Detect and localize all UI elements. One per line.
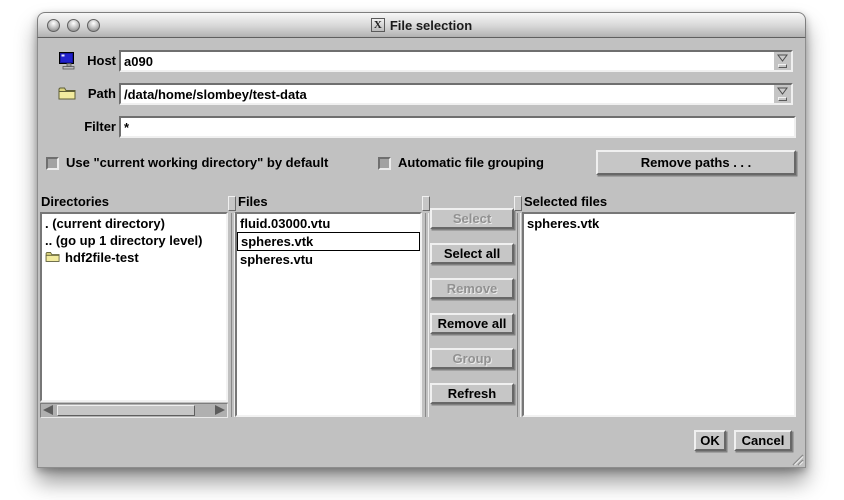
- select-button[interactable]: Select: [430, 208, 514, 229]
- list-item[interactable]: spheres.vtu: [237, 251, 420, 268]
- use-cwd-checkbox[interactable]: [46, 157, 59, 170]
- files-list[interactable]: fluid.03000.vtu spheres.vtk spheres.vtu: [235, 212, 422, 417]
- directories-header: Directories: [41, 194, 109, 209]
- auto-grouping-checkbox[interactable]: [378, 157, 391, 170]
- host-field: [119, 50, 793, 72]
- cancel-button[interactable]: Cancel: [734, 430, 792, 451]
- use-cwd-label: Use "current working directory" by defau…: [66, 150, 328, 176]
- host-input[interactable]: [121, 52, 774, 70]
- title-area: X File selection: [38, 13, 805, 37]
- splitter-grip[interactable]: [422, 196, 430, 211]
- files-header: Files: [238, 194, 268, 209]
- path-dropdown-button[interactable]: [774, 85, 791, 103]
- filter-label: Filter: [54, 116, 116, 138]
- window-title: File selection: [390, 18, 472, 33]
- list-item[interactable]: fluid.03000.vtu: [237, 215, 420, 232]
- titlebar[interactable]: X File selection: [37, 12, 806, 38]
- file-selection-window: X File selection Host: [37, 12, 806, 468]
- directories-list[interactable]: . (current directory) .. (go up 1 direct…: [40, 212, 228, 402]
- chevron-down-icon: [777, 54, 788, 62]
- dialog-content: Host Path: [37, 38, 806, 468]
- remove-paths-button[interactable]: Remove paths . . .: [596, 150, 796, 175]
- folder-icon: [45, 250, 61, 266]
- chevron-down-icon: [777, 87, 788, 95]
- list-item-selected[interactable]: spheres.vtk: [237, 232, 420, 251]
- scroll-right-arrow-icon[interactable]: [215, 405, 225, 415]
- filter-field: [119, 116, 796, 138]
- filter-input[interactable]: [121, 118, 794, 136]
- select-all-button[interactable]: Select all: [430, 243, 514, 264]
- directories-horizontal-scrollbar[interactable]: [40, 403, 228, 418]
- group-button[interactable]: Group: [430, 348, 514, 369]
- scrollbar-thumb[interactable]: [57, 405, 195, 416]
- splitter-handle[interactable]: [514, 196, 522, 417]
- ok-button[interactable]: OK: [694, 430, 726, 451]
- path-label: Path: [64, 83, 116, 105]
- splitter-grip[interactable]: [228, 196, 236, 211]
- host-label: Host: [64, 50, 116, 72]
- remove-all-button[interactable]: Remove all: [430, 313, 514, 334]
- list-item[interactable]: hdf2file-test: [42, 249, 226, 266]
- auto-grouping-label: Automatic file grouping: [398, 150, 544, 176]
- path-input[interactable]: [121, 85, 774, 103]
- remove-button[interactable]: Remove: [430, 278, 514, 299]
- splitter-grip[interactable]: [514, 196, 522, 211]
- scroll-left-arrow-icon[interactable]: [43, 405, 53, 415]
- selected-files-list[interactable]: spheres.vtk: [522, 212, 796, 417]
- path-field: [119, 83, 793, 105]
- host-dropdown-button[interactable]: [774, 52, 791, 70]
- splitter-handle[interactable]: [422, 196, 430, 417]
- list-item[interactable]: spheres.vtk: [524, 215, 794, 232]
- list-item[interactable]: . (current directory): [42, 215, 226, 232]
- x11-icon: X: [371, 18, 385, 32]
- selected-files-header: Selected files: [524, 194, 607, 209]
- resize-grip-icon[interactable]: [789, 451, 804, 466]
- refresh-button[interactable]: Refresh: [430, 383, 514, 404]
- list-item[interactable]: .. (go up 1 directory level): [42, 232, 226, 249]
